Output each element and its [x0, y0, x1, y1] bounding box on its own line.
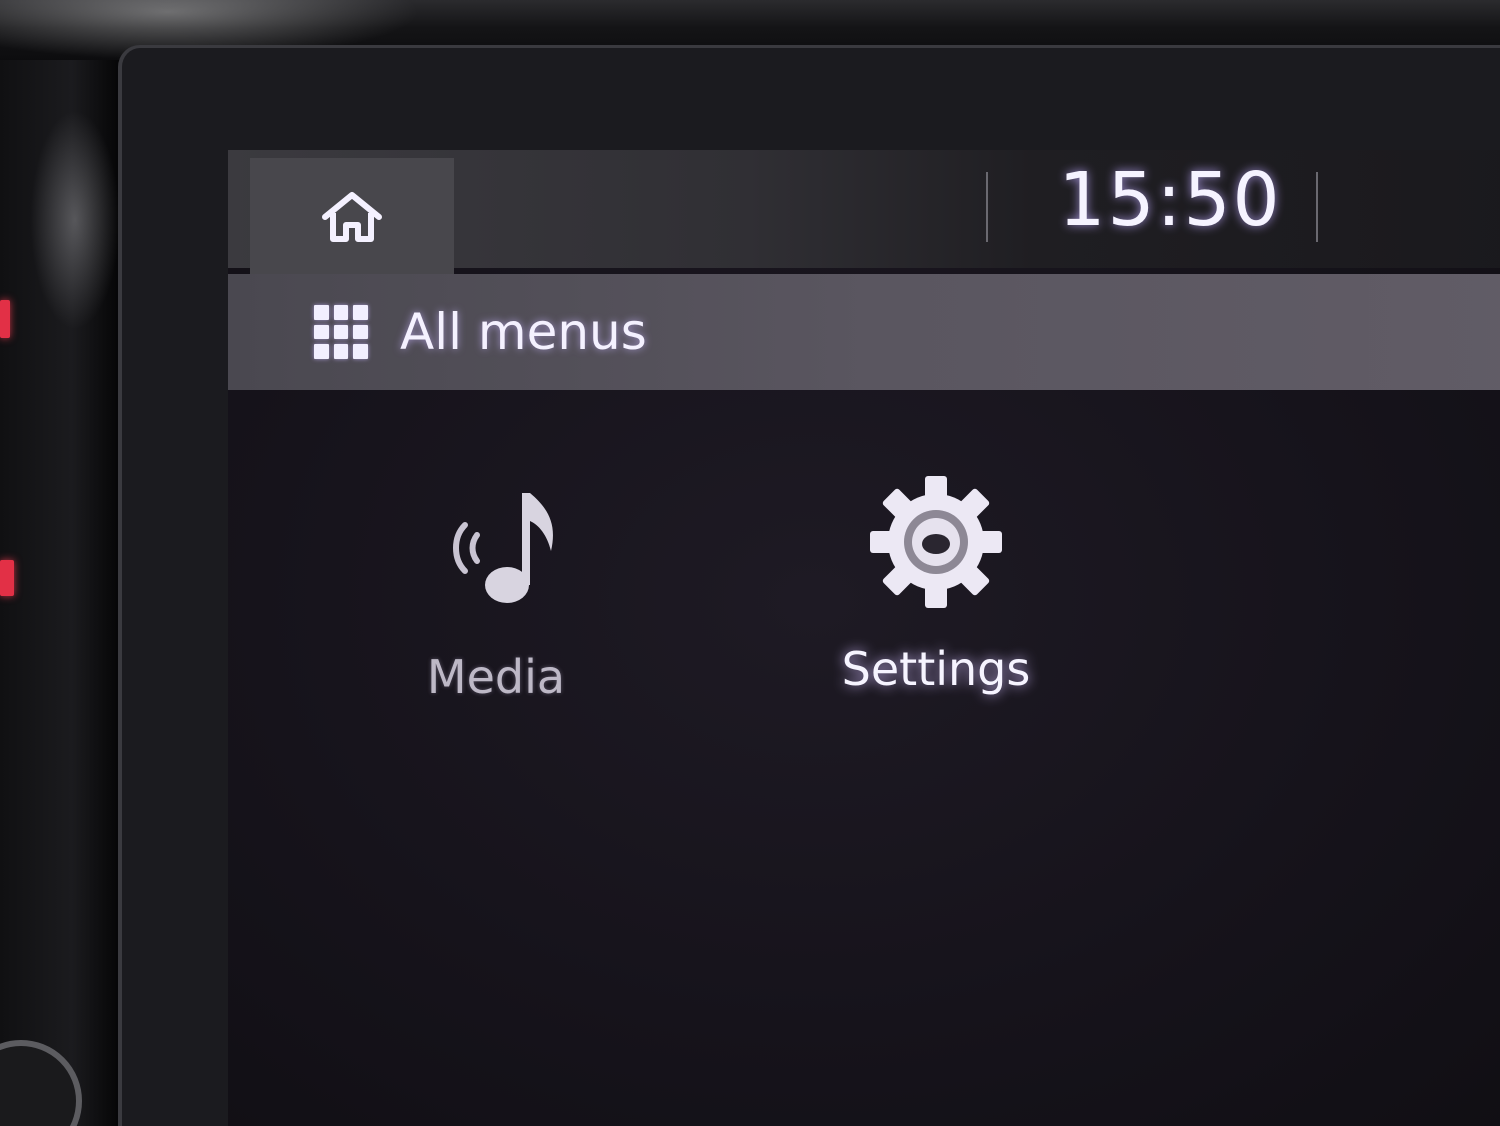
gear-icon [870, 476, 1002, 608]
red-indicator-light [0, 560, 14, 596]
grid-icon [314, 305, 368, 359]
menu-item-media[interactable]: Media [366, 480, 626, 740]
status-divider [1316, 172, 1318, 242]
page-header: All menus [228, 274, 1500, 390]
home-icon [322, 192, 382, 242]
status-divider [986, 172, 988, 242]
menu-item-label: Media [426, 650, 566, 704]
media-icon-wrap [426, 480, 566, 620]
music-note-icon [453, 493, 553, 603]
menu-item-label: Settings [841, 642, 1031, 696]
clock: 15:50 [1058, 157, 1282, 243]
menu-item-settings[interactable]: Settings [806, 472, 1066, 732]
home-button[interactable] [250, 158, 454, 276]
page-title: All menus [400, 303, 647, 361]
photo-frame: 15:50 All menus Media Settings [0, 0, 1500, 1126]
infotainment-screen: 15:50 All menus Media Settings [228, 150, 1500, 1126]
settings-icon-wrap [866, 472, 1006, 612]
side-reflection [30, 110, 120, 330]
red-indicator-light [0, 300, 10, 338]
status-bar: 15:50 [228, 150, 1500, 276]
